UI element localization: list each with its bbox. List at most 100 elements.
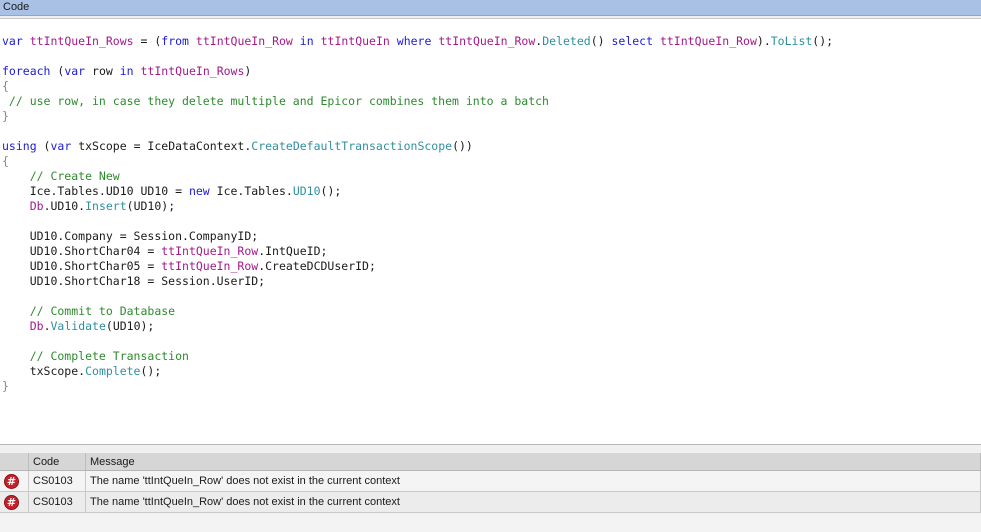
code-line[interactable]: [2, 289, 833, 304]
code-token: Insert: [85, 199, 127, 213]
error-table-header: Code Message: [0, 453, 981, 471]
error-table: Code Message # CS0103 The name 'ttIntQueIn…: [0, 453, 981, 513]
error-hash-icon: #: [4, 494, 19, 510]
error-row[interactable]: # CS0103 The name 'ttIntQueIn_Row' does no…: [0, 491, 981, 513]
code-token: ToList: [770, 34, 813, 48]
code-token: where: [396, 34, 432, 48]
code-token: // Create New: [2, 169, 120, 183]
code-panel-titlebar: Code: [0, 0, 981, 16]
code-token: (UD10);: [126, 199, 176, 213]
code-line[interactable]: // Complete Transaction: [2, 349, 833, 364]
code-line[interactable]: using (var txScope = IceDataContext.Crea…: [2, 139, 833, 154]
code-token: foreach: [2, 64, 51, 78]
code-token: UD10.Company = Session.CompanyID;: [2, 229, 259, 243]
column-header-message[interactable]: Message: [85, 453, 981, 471]
code-line[interactable]: foreach (var row in ttIntQueIn_Rows): [2, 64, 833, 79]
code-token: ttIntQueIn: [320, 34, 390, 48]
code-line[interactable]: // use row, in case they delete multiple…: [2, 94, 833, 109]
code-token: = (: [133, 34, 162, 48]
code-token: ttIntQueIn_Row: [659, 34, 757, 48]
code-token: Deleted: [542, 34, 591, 48]
code-token: select: [611, 34, 654, 48]
error-row[interactable]: # CS0103 The name 'ttIntQueIn_Row' does no…: [0, 470, 981, 492]
code-line[interactable]: [2, 214, 833, 229]
code-line[interactable]: Ice.Tables.UD10 UD10 = new Ice.Tables.UD…: [2, 184, 833, 199]
code-token: Ice.Tables.UD10 UD10 =: [2, 184, 189, 198]
code-line[interactable]: // Create New: [2, 169, 833, 184]
code-token: (: [36, 139, 51, 153]
code-token: ttIntQueIn_Rows: [140, 64, 245, 78]
code-line[interactable]: {: [2, 154, 833, 169]
code-line[interactable]: Db.UD10.Insert(UD10);: [2, 199, 833, 214]
code-line[interactable]: UD10.Company = Session.CompanyID;: [2, 229, 833, 244]
code-token: CreateDefaultTransactionScope: [251, 139, 453, 153]
code-panel-title: Code: [3, 1, 30, 13]
column-header-code[interactable]: Code: [28, 453, 86, 471]
code-line[interactable]: Db.Validate(UD10);: [2, 319, 833, 334]
error-message: The name 'ttIntQueIn_Row' does not exist…: [85, 491, 981, 513]
code-token: Db: [29, 199, 44, 213]
code-token: ttIntQueIn_Row: [438, 34, 536, 48]
code-line[interactable]: [2, 124, 833, 139]
code-token: var: [50, 139, 72, 153]
code-token: Complete: [85, 364, 141, 378]
code-line[interactable]: UD10.ShortChar04 = ttIntQueIn_Row.IntQue…: [2, 244, 833, 259]
code-token: ();: [320, 184, 342, 198]
code-token: // Complete Transaction: [2, 349, 189, 363]
code-token: UD10.ShortChar05 =: [2, 259, 162, 273]
error-row-icon-cell: #: [0, 491, 29, 513]
code-token: Validate: [50, 319, 106, 333]
error-code: CS0103: [28, 470, 86, 492]
code-token: new: [188, 184, 210, 198]
code-token: txScope.: [2, 364, 86, 378]
code-token: row: [85, 64, 120, 78]
error-row-icon-cell: #: [0, 470, 29, 492]
code-token: ttIntQueIn_Row: [161, 259, 259, 273]
code-token: using: [2, 139, 37, 153]
code-token: txScope = IceDataContext.: [71, 139, 252, 153]
code-text[interactable]: var ttIntQueIn_Rows = (from ttIntQueIn_R…: [2, 34, 833, 394]
code-token: ();: [140, 364, 162, 378]
code-line[interactable]: // Commit to Database: [2, 304, 833, 319]
code-line[interactable]: txScope.Complete();: [2, 364, 833, 379]
code-token: UD10.ShortChar18 = Session.UserID;: [2, 274, 266, 288]
code-token: ttIntQueIn_Row: [195, 34, 293, 48]
code-token: from: [161, 34, 189, 48]
code-line[interactable]: var ttIntQueIn_Rows = (from ttIntQueIn_R…: [2, 34, 833, 49]
code-token: ()): [452, 139, 473, 153]
code-line[interactable]: [2, 334, 833, 349]
code-token: .UD10.: [43, 199, 86, 213]
code-token: ttIntQueIn_Row: [161, 244, 259, 258]
error-message: The name 'ttIntQueIn_Row' does not exist…: [85, 470, 981, 492]
code-token: (: [50, 64, 65, 78]
code-token: Db: [29, 319, 44, 333]
code-line[interactable]: UD10.ShortChar18 = Session.UserID;: [2, 274, 833, 289]
code-token: in: [119, 64, 134, 78]
code-token: }: [2, 379, 9, 393]
column-header-icon[interactable]: [0, 453, 29, 471]
code-line[interactable]: [2, 49, 833, 64]
code-editor[interactable]: var ttIntQueIn_Rows = (from ttIntQueIn_R…: [0, 18, 981, 445]
code-token: (UD10);: [105, 319, 155, 333]
code-token: UD10.ShortChar04 =: [2, 244, 162, 258]
code-token: ): [244, 64, 252, 78]
code-token: var: [2, 34, 23, 48]
code-line[interactable]: }: [2, 109, 833, 124]
code-token: // Commit to Database: [2, 304, 176, 318]
code-line[interactable]: {: [2, 79, 833, 94]
code-token: var: [64, 64, 86, 78]
code-token: Ice.Tables.: [209, 184, 293, 198]
code-token: // use row, in case they delete multiple…: [2, 94, 549, 108]
code-token: .: [43, 319, 51, 333]
code-token: {: [2, 154, 9, 168]
code-token: in: [299, 34, 314, 48]
error-code: CS0103: [28, 491, 86, 513]
code-line[interactable]: }: [2, 379, 833, 394]
code-line[interactable]: UD10.ShortChar05 = ttIntQueIn_Row.Create…: [2, 259, 833, 274]
